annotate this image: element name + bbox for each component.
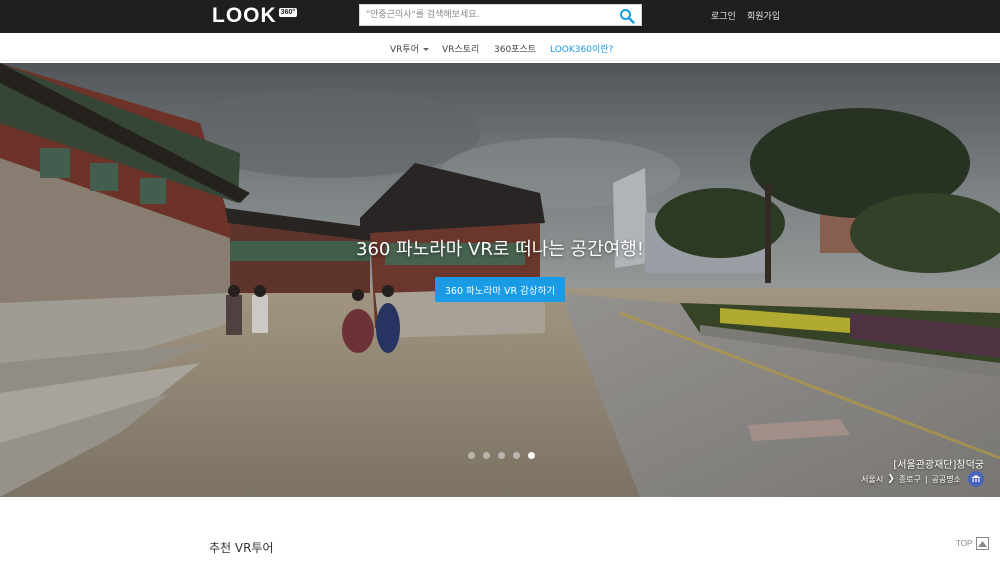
- slide-dot[interactable]: [483, 452, 490, 459]
- nav-item-label: VR투어: [390, 45, 419, 55]
- scroll-top-button[interactable]: TOP: [956, 537, 990, 550]
- slide-dot-active[interactable]: [528, 452, 535, 459]
- signup-link[interactable]: 회원가입: [747, 9, 780, 22]
- slider-pagination: [468, 452, 535, 459]
- search-box: [359, 4, 642, 26]
- logo[interactable]: LOOK 360°: [212, 4, 298, 27]
- nav-item-360-post[interactable]: 360포스트: [494, 42, 536, 55]
- caption-district: 종로구: [898, 474, 921, 484]
- search-input[interactable]: [366, 7, 611, 23]
- nav-item-about[interactable]: LOOK360이란?: [550, 42, 613, 55]
- caption-region: 서울시: [861, 474, 884, 484]
- nav-item-vr-tour[interactable]: VR투어: [390, 42, 429, 55]
- chevron-right-icon: ❯: [887, 474, 895, 484]
- slide-caption-title[interactable]: [서울관광재단]창덕궁: [893, 456, 984, 471]
- caption-separator: |: [924, 474, 928, 484]
- slide-dot[interactable]: [498, 452, 505, 459]
- caption-category: 공공명소: [931, 474, 961, 484]
- login-link[interactable]: 로그인: [711, 9, 736, 22]
- slide-dot[interactable]: [513, 452, 520, 459]
- view-vr-button[interactable]: 360 파노라마 VR 감상하기: [435, 277, 565, 302]
- nav-item-vr-story[interactable]: VR스토리: [442, 42, 479, 55]
- top-label: TOP: [956, 539, 973, 548]
- place-category-icon: [968, 471, 984, 487]
- section-title: 추천 VR투어: [209, 541, 274, 555]
- caret-down-icon: [422, 48, 429, 51]
- hero-title: 360 파노라마 VR로 떠나는 공간여행!: [356, 239, 644, 260]
- hero-slider[interactable]: 360 파노라마 VR로 떠나는 공간여행! 360 파노라마 VR 감상하기 …: [0, 63, 1000, 497]
- search-icon[interactable]: [619, 8, 635, 24]
- logo-badge: 360°: [278, 7, 298, 17]
- top-header: LOOK 360° 로그인 회원가입: [0, 0, 1000, 33]
- slide-caption-location: 서울시 ❯ 종로구 | 공공명소: [861, 471, 984, 487]
- arrow-up-icon: [976, 537, 990, 550]
- main-nav: VR투어 VR스토리 360포스트 LOOK360이란?: [0, 33, 1000, 61]
- slide-dot[interactable]: [468, 452, 475, 459]
- logo-text: LOOK: [212, 4, 277, 27]
